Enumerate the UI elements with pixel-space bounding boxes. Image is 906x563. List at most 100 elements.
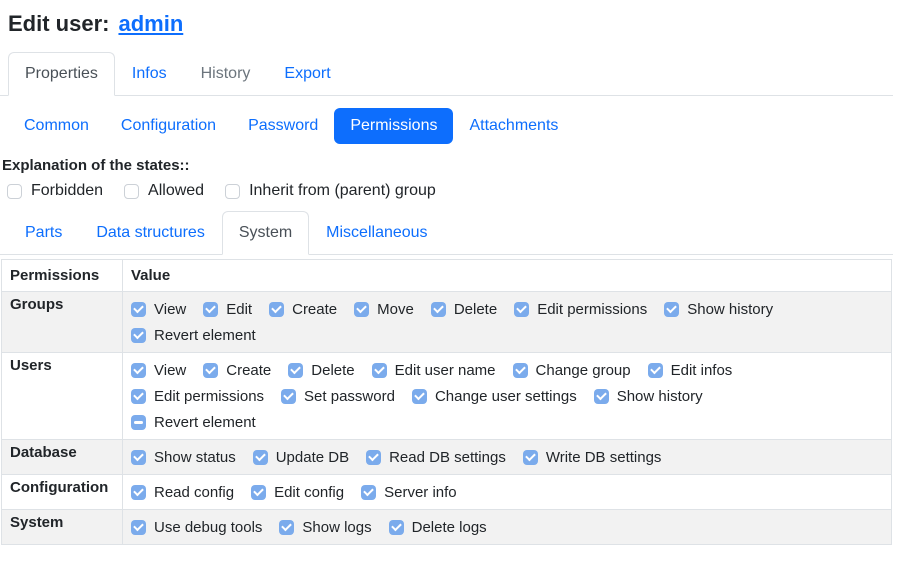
permission-option[interactable]: View: [131, 362, 186, 379]
legend-option-label: Allowed: [148, 182, 204, 200]
checkbox-icon[interactable]: [131, 450, 146, 465]
checkbox-icon[interactable]: [203, 302, 218, 317]
checkbox-icon[interactable]: [412, 389, 427, 404]
legend-option-forbidden[interactable]: Forbidden: [7, 182, 103, 200]
checkbox-icon[interactable]: [225, 184, 240, 199]
checkbox-icon[interactable]: [279, 520, 294, 535]
permission-option[interactable]: Move: [354, 301, 414, 318]
checkbox-icon[interactable]: [664, 302, 679, 317]
sectiontab-parts[interactable]: Parts: [8, 211, 79, 255]
permission-section-tabs: Parts Data structures System Miscellaneo…: [0, 211, 893, 255]
checkbox-icon[interactable]: [131, 415, 146, 430]
checkbox-icon[interactable]: [281, 389, 296, 404]
permission-option[interactable]: Show history: [664, 301, 773, 318]
checkbox-icon[interactable]: [203, 363, 218, 378]
legend-option-inherit[interactable]: Inherit from (parent) group: [225, 182, 436, 200]
permission-option[interactable]: Revert element: [131, 414, 256, 431]
permission-option[interactable]: View: [131, 301, 186, 318]
checkbox-icon[interactable]: [514, 302, 529, 317]
tab-properties[interactable]: Properties: [8, 52, 115, 96]
checkbox-icon[interactable]: [648, 363, 663, 378]
checkbox-icon[interactable]: [431, 302, 446, 317]
checkbox-icon[interactable]: [131, 328, 146, 343]
permissions-table: Permissions Value Groups View Edit: [1, 259, 892, 545]
sectiontab-system[interactable]: System: [222, 211, 309, 255]
permission-option[interactable]: Revert element: [131, 327, 256, 344]
permission-option[interactable]: Edit infos: [648, 362, 733, 379]
checkbox-line: Revert element: [131, 322, 883, 348]
subtab-password[interactable]: Password: [232, 108, 334, 144]
permission-option-label: Revert element: [154, 414, 256, 431]
permission-option[interactable]: Delete: [288, 362, 354, 379]
permission-option-label: Delete logs: [412, 519, 487, 536]
permission-option-label: Edit permissions: [154, 388, 264, 405]
permission-option[interactable]: Change user settings: [412, 388, 577, 405]
permission-option[interactable]: Server info: [361, 484, 457, 501]
permission-option[interactable]: Edit config: [251, 484, 344, 501]
permission-category: Groups: [2, 292, 123, 353]
checkbox-icon[interactable]: [594, 389, 609, 404]
checkbox-icon[interactable]: [131, 389, 146, 404]
permission-option[interactable]: Show logs: [279, 519, 371, 536]
permission-option-label: Move: [377, 301, 414, 318]
checkbox-icon[interactable]: [372, 363, 387, 378]
permission-option[interactable]: Create: [203, 362, 271, 379]
permission-option[interactable]: Delete: [431, 301, 497, 318]
page-title: Edit user: admin: [0, 10, 906, 38]
checkbox-icon[interactable]: [288, 363, 303, 378]
tab-export[interactable]: Export: [267, 52, 347, 96]
table-row-configuration: Configuration Read config Edit config Se…: [2, 475, 892, 510]
permission-option[interactable]: Create: [269, 301, 337, 318]
legend-option-allowed[interactable]: Allowed: [124, 182, 204, 200]
permission-option-label: Change group: [536, 362, 631, 379]
checkbox-icon[interactable]: [253, 450, 268, 465]
permission-option-label: Change user settings: [435, 388, 577, 405]
checkbox-icon[interactable]: [361, 485, 376, 500]
sectiontab-data-structures[interactable]: Data structures: [79, 211, 221, 255]
checkbox-icon[interactable]: [131, 485, 146, 500]
checkbox-icon[interactable]: [523, 450, 538, 465]
subtab-common[interactable]: Common: [8, 108, 105, 144]
permission-option[interactable]: Edit: [203, 301, 252, 318]
permission-option-label: Create: [226, 362, 271, 379]
permission-option[interactable]: Show status: [131, 449, 236, 466]
permission-option-label: Edit infos: [671, 362, 733, 379]
permission-option[interactable]: Read config: [131, 484, 234, 501]
permission-option-label: Delete: [311, 362, 354, 379]
permission-option-label: Edit permissions: [537, 301, 647, 318]
subtab-permissions[interactable]: Permissions: [334, 108, 453, 144]
checkbox-line: Read config Edit config Server info: [131, 479, 883, 505]
permission-option[interactable]: Update DB: [253, 449, 349, 466]
permission-option[interactable]: Set password: [281, 388, 395, 405]
permission-option[interactable]: Delete logs: [389, 519, 487, 536]
subtab-attachments[interactable]: Attachments: [453, 108, 574, 144]
permission-option[interactable]: Edit permissions: [514, 301, 647, 318]
checkbox-line: View Create Delete Edit user name: [131, 357, 883, 383]
checkbox-icon[interactable]: [124, 184, 139, 199]
permission-option[interactable]: Edit permissions: [131, 388, 264, 405]
checkbox-icon[interactable]: [131, 363, 146, 378]
permission-option-label: Read DB settings: [389, 449, 506, 466]
checkbox-icon[interactable]: [389, 520, 404, 535]
checkbox-icon[interactable]: [131, 520, 146, 535]
permission-option[interactable]: Show history: [594, 388, 703, 405]
subtab-configuration[interactable]: Configuration: [105, 108, 232, 144]
checkbox-icon[interactable]: [354, 302, 369, 317]
permission-option[interactable]: Use debug tools: [131, 519, 262, 536]
user-admin-link[interactable]: admin: [118, 10, 183, 38]
tab-history[interactable]: History: [184, 52, 268, 96]
checkbox-icon[interactable]: [7, 184, 22, 199]
checkbox-icon[interactable]: [366, 450, 381, 465]
checkbox-icon[interactable]: [131, 302, 146, 317]
checkbox-line: Revert element: [131, 409, 883, 435]
main-tabs: Properties Infos History Export: [0, 52, 893, 96]
checkbox-icon[interactable]: [269, 302, 284, 317]
permission-option[interactable]: Write DB settings: [523, 449, 662, 466]
checkbox-icon[interactable]: [251, 485, 266, 500]
sectiontab-miscellaneous[interactable]: Miscellaneous: [309, 211, 444, 255]
tab-infos[interactable]: Infos: [115, 52, 184, 96]
checkbox-icon[interactable]: [513, 363, 528, 378]
permission-option[interactable]: Change group: [513, 362, 631, 379]
permission-option[interactable]: Read DB settings: [366, 449, 506, 466]
permission-option[interactable]: Edit user name: [372, 362, 496, 379]
